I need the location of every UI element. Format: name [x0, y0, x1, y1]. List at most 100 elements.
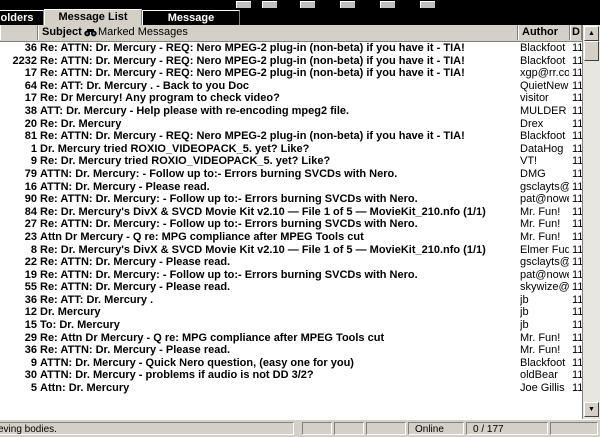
status-panel: [366, 422, 406, 435]
message-author: visitor: [520, 92, 549, 105]
table-row[interactable]: 36 Re: ATTN: Dr. Mercury - REQ: Nero MPEG…: [0, 42, 584, 55]
table-row[interactable]: 84 Re: Dr. Mercury's DivX & SVCD Movie Ki…: [0, 205, 584, 219]
scroll-down-button[interactable]: ▼: [584, 402, 599, 417]
status-panel: [334, 422, 364, 435]
table-row[interactable]: 9 Re: Dr. Mercury tried ROXIO_VIDEOPACK_5…: [0, 155, 584, 168]
tab-message[interactable]: Message: [142, 10, 240, 25]
status-panel: [550, 422, 598, 435]
toolbar-button[interactable]: [340, 1, 355, 8]
message-subject: Re: ATTN: Dr. Mercury: - Follow up to:- …: [40, 193, 418, 206]
message-author: QuietNewb: [520, 79, 569, 92]
table-row[interactable]: 27 Re: ATTN: Dr. Mercury: - Follow up to:…: [0, 218, 584, 231]
message-subject: Re: ATTN: Dr. Mercury - REQ: Nero MPEG-2…: [40, 67, 465, 80]
table-row[interactable]: 9 ATTN: Dr. Mercury - Quick Nero question…: [0, 356, 584, 370]
scroll-thumb[interactable]: [584, 41, 599, 61]
column-header-subject-label: Subject: [42, 26, 82, 38]
message-subject: Re: ATT: Dr. Mercury . - Back to you Doc: [40, 79, 250, 92]
message-subject: Re: ATTN: Dr. Mercury - REQ: Nero MPEG-2…: [40, 130, 465, 143]
table-row[interactable]: 30 ATTN: Dr. Mercury - problems if audio …: [0, 369, 584, 382]
message-author: gsclayts@: [520, 180, 569, 193]
message-subject: Dr. Mercury tried ROXIO_VIDEOPACK_5. yet…: [40, 142, 310, 155]
message-number: 81: [24, 130, 37, 143]
message-number: 9: [30, 155, 37, 168]
binoculars-icon[interactable]: [84, 28, 97, 37]
triangle-up-icon: ▲: [588, 30, 595, 37]
message-author: jb: [520, 306, 529, 319]
table-row[interactable]: 36 Re: ATTN: Dr. Mercury - Please read. Mr…: [0, 344, 584, 357]
table-row[interactable]: 38 ATT: Dr. Mercury - Help please with re…: [0, 105, 584, 118]
status-panel: [302, 422, 332, 435]
message-subject: Re: Dr Mercury! Any program to check vid…: [40, 92, 280, 105]
message-number: 84: [24, 205, 37, 218]
message-author: Drex: [520, 117, 544, 130]
tab-message-list[interactable]: Message List: [44, 9, 142, 25]
status-bar: eving bodies. Online 0 / 177: [0, 419, 600, 437]
message-number: 23: [24, 230, 37, 243]
table-row[interactable]: 22 Re: ATTN: Dr. Mercury - Please read. gs…: [0, 256, 584, 269]
message-author: VT!: [520, 155, 538, 168]
table-row[interactable]: 17 Re: Dr Mercury! Any program to check v…: [0, 92, 584, 105]
message-subject: Attn: Dr. Mercury: [40, 382, 130, 395]
toolbar-button[interactable]: [236, 1, 251, 8]
table-row[interactable]: 12 Dr. Mercury jb 11: [0, 306, 584, 319]
message-subject: Re: ATTN: Dr. Mercury - Please read.: [40, 256, 231, 269]
toolbar-button[interactable]: [262, 1, 277, 8]
tab-bar: olders Message List Message: [0, 8, 600, 25]
table-row[interactable]: 8 Re: Dr. Mercury's DivX & SVCD Movie Kit…: [0, 243, 584, 257]
message-author: gsclayts@: [520, 256, 569, 269]
triangle-down-icon: ▼: [588, 406, 595, 413]
table-row[interactable]: 55 Re: ATTN: Dr. Mercury - Please read. sk…: [0, 281, 584, 294]
table-row[interactable]: 81 Re: ATTN: Dr. Mercury - REQ: Nero MPEG…: [0, 130, 584, 143]
table-row[interactable]: 20 Re: Dr. Mercury Drex 11: [0, 117, 584, 131]
message-author: Mr. Fun!: [520, 230, 561, 243]
table-row[interactable]: 16 ATTN: Dr. Mercury - Please read. gsclay…: [0, 180, 584, 194]
table-row[interactable]: 5 Attn: Dr. Mercury Joe Gillis 11: [0, 382, 584, 395]
table-row[interactable]: 1 Dr. Mercury tried ROXIO_VIDEOPACK_5. ye…: [0, 142, 584, 156]
status-message: eving bodies.: [0, 422, 294, 435]
message-number: 1: [30, 142, 37, 155]
message-list-panel: Subject Marked Messages Author D 36 Re: A…: [0, 25, 600, 419]
message-subject: Re: ATTN: Dr. Mercury - REQ: Nero MPEG-2…: [40, 42, 465, 54]
column-header-date[interactable]: D: [570, 25, 582, 40]
column-header-number[interactable]: [0, 25, 38, 40]
message-author: Blackfoot: [520, 54, 566, 67]
table-row[interactable]: 79 ATTN: Dr. Mercury: - Follow up to:- Er…: [0, 167, 584, 181]
message-number: 29: [24, 331, 37, 344]
table-row[interactable]: 36 Re: ATT: Dr. Mercury . jb 11: [0, 294, 584, 307]
message-subject: Re: Dr. Mercury's DivX & SVCD Movie Kit …: [40, 243, 486, 256]
message-subject: Re: Dr. Mercury's DivX & SVCD Movie Kit …: [40, 205, 486, 218]
message-subject: Dr. Mercury: [40, 306, 101, 319]
vertical-scrollbar[interactable]: ▲ ▼: [582, 25, 600, 419]
table-row[interactable]: 2232 Re: ATTN: Dr. Mercury - REQ: Nero MP…: [0, 54, 584, 68]
tab-folders[interactable]: olders: [0, 10, 44, 25]
table-row[interactable]: 15 To: Dr. Mercury jb 11: [0, 319, 584, 332]
message-rows: 36 Re: ATTN: Dr. Mercury - REQ: Nero MPEG…: [0, 42, 584, 395]
table-row[interactable]: 64 Re: ATT: Dr. Mercury . - Back to you D…: [0, 79, 584, 93]
message-number: 79: [24, 167, 37, 180]
table-row[interactable]: 23 Attn Dr Mercury - Q re: MPG compliance…: [0, 230, 584, 244]
message-subject: Re: ATTN: Dr. Mercury - REQ: Nero MPEG-2…: [40, 54, 465, 67]
toolbar-button[interactable]: [420, 1, 435, 8]
marked-messages-label[interactable]: Marked Messages: [98, 25, 188, 40]
message-author: Mr. Fun!: [520, 205, 561, 218]
column-header-author[interactable]: Author: [518, 25, 570, 40]
message-author: Blackfoot: [520, 42, 566, 54]
message-author: skywize@: [520, 281, 569, 294]
toolbar-button[interactable]: [380, 1, 395, 8]
table-row[interactable]: 17 Re: ATTN: Dr. Mercury - REQ: Nero MPEG…: [0, 67, 584, 80]
column-header-row: Subject Marked Messages Author D: [0, 25, 582, 42]
message-subject: ATTN: Dr. Mercury - Please read.: [40, 180, 210, 193]
message-author: Mr. Fun!: [520, 218, 561, 231]
message-author: Mr. Fun!: [520, 344, 561, 357]
table-row[interactable]: 29 Re: Attn Dr Mercury - Q re: MPG compli…: [0, 331, 584, 345]
scroll-up-button[interactable]: ▲: [584, 26, 599, 41]
status-message-count: 0 / 177: [466, 422, 548, 435]
toolbar-strip: [0, 0, 600, 8]
table-row[interactable]: 90 Re: ATTN: Dr. Mercury: - Follow up to:…: [0, 193, 584, 206]
message-number: 30: [24, 369, 37, 382]
message-number: 5: [30, 382, 37, 395]
message-subject: ATTN: Dr. Mercury - Quick Nero question,…: [40, 356, 354, 369]
table-row[interactable]: 19 Re: ATTN: Dr. Mercury: - Follow up to:…: [0, 269, 584, 282]
message-subject: Re: Dr. Mercury: [40, 117, 122, 130]
toolbar-button[interactable]: [300, 1, 315, 8]
